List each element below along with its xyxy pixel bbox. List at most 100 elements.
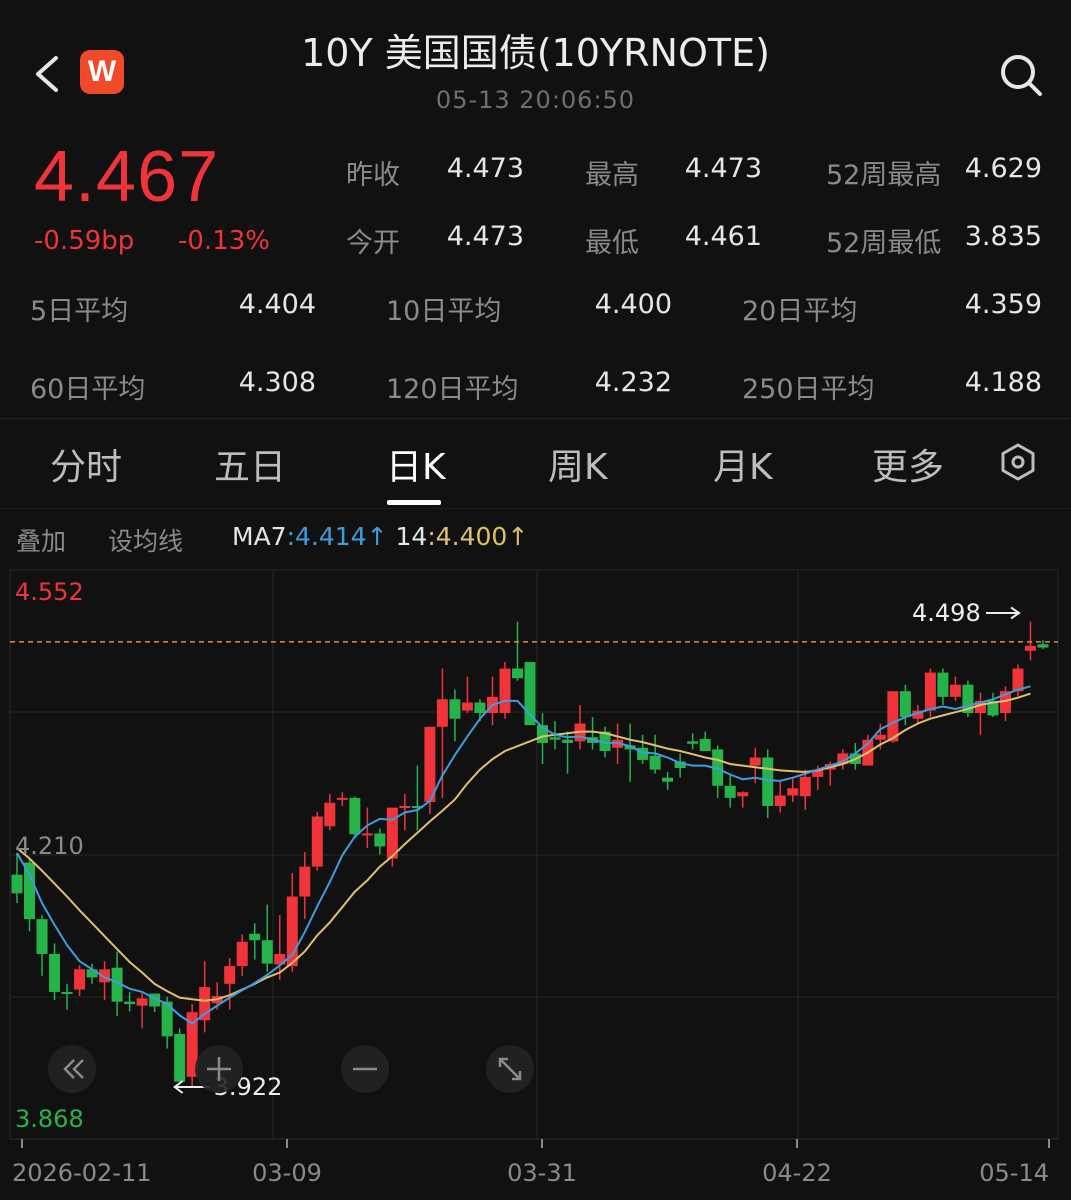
candle-down [449, 699, 461, 719]
candle-down [249, 933, 261, 941]
tab-weekly-k[interactable]: 周K [548, 438, 608, 490]
candle-up [799, 776, 811, 797]
candle-up [299, 866, 311, 897]
candle-up [924, 672, 936, 711]
stat-label-high: 最高 [585, 160, 639, 191]
x-axis-label: 03-31 [507, 1159, 577, 1187]
y-axis-label-min: 3.868 [15, 1105, 84, 1133]
candle-down [124, 1001, 136, 1005]
active-tab-indicator [387, 500, 441, 505]
y-axis-label-max: 4.552 [15, 578, 84, 606]
candle-up [399, 805, 411, 808]
quote-datetime: 05-13 20:06:50 [435, 86, 636, 114]
avg-value-20d: 4.359 [964, 289, 1042, 320]
tab-more[interactable]: 更多 [872, 438, 944, 490]
page-title: 10Y 美国国债(10YRNOTE) [301, 31, 770, 75]
search-icon [1001, 55, 1042, 96]
candle-up [236, 941, 248, 967]
candle-down [762, 757, 774, 806]
change-percent: -0.13% [178, 226, 270, 256]
candle-up [1024, 645, 1036, 651]
search-button[interactable] [996, 50, 1044, 98]
candle-down [937, 672, 949, 697]
stat-label-52w-high: 52周最高 [826, 160, 942, 191]
avg-value-60d: 4.308 [238, 367, 316, 398]
avg-label-20d: 20日平均 [742, 296, 858, 327]
candle-down [724, 785, 736, 798]
candle-up [324, 802, 336, 827]
candle-up [74, 969, 86, 990]
ma14-value: 4.400↑ [435, 522, 529, 551]
overlay-button[interactable]: 叠加 [16, 522, 66, 558]
divider [0, 418, 1071, 419]
candle-down [549, 737, 561, 740]
candle-up [949, 684, 961, 697]
candle-down [86, 969, 98, 978]
candle-down [24, 862, 36, 920]
candle-down [174, 1033, 186, 1082]
ma-legend: MA7:4.414↑ 14:4.400↑ [232, 522, 528, 551]
candle-down [349, 797, 361, 835]
candle-up [224, 966, 236, 984]
avg-label-60d: 60日平均 [30, 374, 146, 405]
kline-chart[interactable]: 4.5524.2103.8684.4983.9222026-02-11 03-09… [0, 565, 1071, 1200]
candle-up [424, 726, 436, 802]
candle-down [699, 738, 711, 752]
x-axis-label: 05-14 [979, 1159, 1049, 1187]
stat-value-open: 4.473 [446, 221, 524, 252]
avg-label-10d: 10日平均 [386, 296, 502, 327]
tab-intraday[interactable]: 分时 [50, 438, 122, 490]
candle-down [562, 739, 574, 743]
stat-value-52w-low: 3.835 [964, 221, 1042, 252]
stat-label-low: 最低 [585, 228, 639, 259]
ma7-value: 4.414↑ [295, 522, 388, 551]
change-bp: -0.59bp [34, 226, 135, 256]
candle-up [461, 702, 473, 711]
candle-down [261, 940, 273, 964]
chart-settings-button[interactable] [998, 442, 1038, 482]
candle-down [36, 919, 48, 954]
candle-up [199, 987, 211, 1021]
candle-up [874, 734, 886, 740]
candle-down [474, 702, 486, 714]
tab-monthly-k[interactable]: 月K [713, 438, 773, 490]
candle-down [11, 874, 23, 894]
candle-up [436, 699, 448, 727]
candle-down [511, 668, 523, 679]
candle-up [887, 691, 899, 742]
scroll-left-button[interactable] [48, 1045, 96, 1093]
stat-label-prev-close: 昨收 [346, 160, 400, 191]
tab-five-day[interactable]: 五日 [214, 438, 286, 490]
candle-up [787, 788, 799, 796]
candle-up [386, 807, 398, 859]
stat-label-52w-low: 52周最低 [826, 228, 942, 259]
divider [0, 508, 1071, 509]
avg-value-250d: 4.188 [964, 367, 1042, 398]
ma7-colon: : [286, 522, 296, 551]
avg-value-5d: 4.404 [238, 289, 316, 320]
tab-daily-k[interactable]: 日K [386, 438, 446, 490]
candle-down [1037, 644, 1049, 648]
avg-value-10d: 4.400 [594, 289, 672, 320]
candle-down [687, 741, 699, 744]
candle-up [361, 833, 373, 836]
candle-up [737, 792, 749, 797]
current-price: 4.467 [34, 137, 220, 217]
avg-label-120d: 120日平均 [386, 374, 519, 405]
candle-up [499, 668, 511, 714]
candle-down [49, 953, 61, 992]
candle-up [774, 795, 786, 806]
x-axis-label: 2026-02-11 [12, 1159, 151, 1187]
stat-value-prev-close: 4.473 [446, 153, 524, 184]
set-ma-button[interactable]: 设均线 [108, 522, 183, 558]
candle-down [662, 777, 674, 782]
stat-value-low: 4.461 [684, 221, 762, 252]
y-axis-label-mid: 4.210 [15, 832, 84, 860]
x-axis-label: 03-09 [252, 1159, 322, 1187]
candle-up [336, 797, 348, 800]
candle-down [61, 991, 73, 994]
candle-down [649, 755, 661, 770]
candle-up [749, 757, 761, 766]
stat-label-open: 今开 [346, 228, 400, 259]
settings-hexagon-icon [1001, 443, 1035, 481]
